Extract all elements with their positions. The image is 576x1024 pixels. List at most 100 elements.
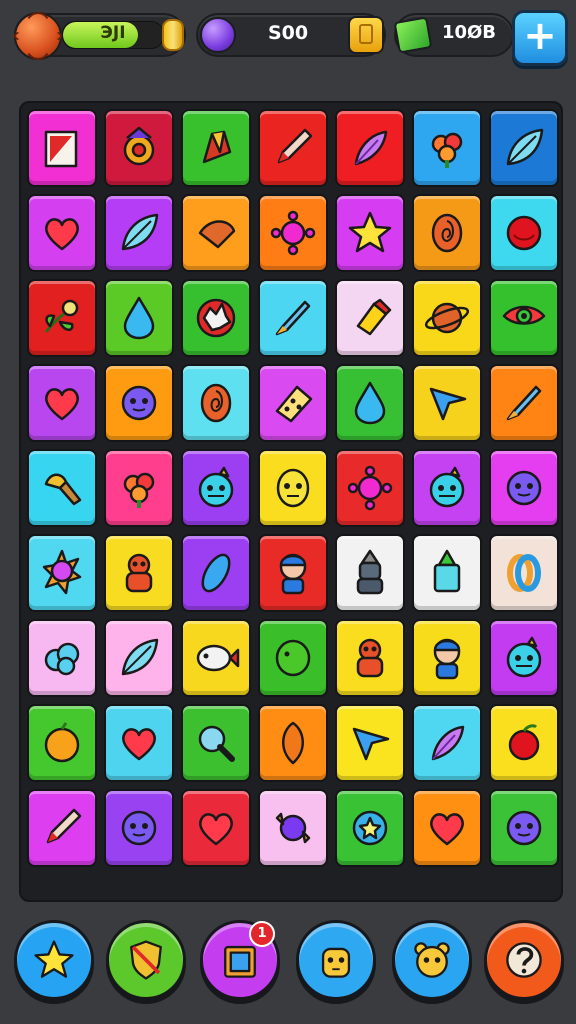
board-tile[interactable] (335, 364, 405, 442)
board-tile[interactable] (412, 789, 482, 867)
board-tile[interactable] (258, 619, 328, 697)
board-tile[interactable] (27, 534, 97, 612)
board-tile[interactable] (27, 704, 97, 782)
board-tile[interactable] (412, 449, 482, 527)
board-tile[interactable] (258, 109, 328, 187)
gem-icon (200, 17, 236, 53)
board-tile[interactable] (412, 619, 482, 697)
board-tile[interactable] (181, 789, 251, 867)
fruit-icon (44, 722, 80, 763)
board-tile[interactable] (258, 789, 328, 867)
apple-icon (508, 724, 540, 761)
help-button[interactable] (484, 920, 564, 1000)
board-tile[interactable] (335, 534, 405, 612)
board-tile[interactable] (181, 109, 251, 187)
board-tile[interactable] (104, 364, 174, 442)
board-tile[interactable] (412, 704, 482, 782)
drop-icon (354, 381, 386, 425)
board-tile[interactable] (27, 364, 97, 442)
board-tile[interactable] (27, 619, 97, 697)
board-tile[interactable] (335, 194, 405, 272)
board-tile[interactable] (258, 534, 328, 612)
board-tile[interactable] (412, 534, 482, 612)
pet-icon (321, 947, 351, 978)
coin-icon (162, 19, 184, 51)
heart-icon (430, 813, 464, 846)
feather-icon (354, 130, 388, 166)
board-tile[interactable] (27, 449, 97, 527)
board-tile[interactable] (258, 704, 328, 782)
heart-icon (45, 218, 79, 251)
arrow-icon (352, 727, 390, 761)
board-tile[interactable] (489, 364, 559, 442)
shield-icon (130, 940, 162, 980)
board-tile[interactable] (181, 449, 251, 527)
board-tile[interactable] (181, 619, 251, 697)
star-orb-icon (352, 810, 388, 846)
star-icon (34, 940, 74, 978)
board-tile[interactable] (335, 449, 405, 527)
bear-button[interactable] (392, 920, 472, 1000)
gems-display[interactable]: S00 (196, 13, 386, 57)
eye-icon (502, 305, 546, 325)
board-tile[interactable] (181, 194, 251, 272)
board-tile[interactable] (181, 704, 251, 782)
board-tile[interactable] (104, 619, 174, 697)
board-tile[interactable] (412, 364, 482, 442)
board-tile[interactable] (181, 364, 251, 442)
board-tile[interactable] (104, 789, 174, 867)
board-tile[interactable] (258, 449, 328, 527)
top-hud: ЭJI S00 10ØB + (0, 0, 576, 70)
pet-button[interactable] (296, 920, 376, 1000)
heart-icon (122, 728, 156, 761)
crystal-icon (202, 130, 232, 164)
board-tile[interactable] (27, 789, 97, 867)
inventory-button[interactable]: 1 (200, 920, 280, 1000)
board-tile[interactable] (104, 109, 174, 187)
fish-icon (196, 644, 240, 672)
orb-icon (506, 810, 542, 846)
character-icon (279, 553, 307, 595)
board-tile[interactable] (412, 194, 482, 272)
board-tile[interactable] (412, 279, 482, 357)
cash-display[interactable]: 10ØB (393, 13, 514, 57)
board-tile[interactable] (489, 789, 559, 867)
board-tile[interactable] (104, 534, 174, 612)
star-icon (348, 211, 392, 253)
board-tile[interactable] (335, 789, 405, 867)
board-tile[interactable] (489, 194, 559, 272)
level-display[interactable]: ЭJI (14, 12, 186, 60)
monster-icon (198, 466, 234, 508)
board-tile[interactable] (335, 109, 405, 187)
board-tile[interactable] (258, 194, 328, 272)
board-tile[interactable] (489, 704, 559, 782)
board-tile[interactable] (104, 194, 174, 272)
board-tile[interactable] (489, 279, 559, 357)
robot-icon (125, 553, 153, 593)
board-tile[interactable] (489, 449, 559, 527)
board-tile[interactable] (335, 619, 405, 697)
board-tile[interactable] (335, 704, 405, 782)
star-button[interactable] (14, 920, 94, 1000)
board-tile[interactable] (27, 279, 97, 357)
board-tile[interactable] (258, 364, 328, 442)
board-tile[interactable] (489, 109, 559, 187)
tile-grid (27, 109, 559, 867)
board-tile[interactable] (104, 704, 174, 782)
board-tile[interactable] (489, 619, 559, 697)
board-tile[interactable] (258, 279, 328, 357)
board-tile[interactable] (489, 534, 559, 612)
board-tile[interactable] (27, 194, 97, 272)
board-tile[interactable] (104, 449, 174, 527)
add-currency-button[interactable]: + (512, 10, 568, 66)
level-progress-bar: ЭJI (62, 21, 164, 49)
face-icon (276, 468, 310, 508)
board-tile[interactable] (27, 109, 97, 187)
shield-button[interactable] (106, 920, 186, 1000)
board-tile[interactable] (104, 279, 174, 357)
board-tile[interactable] (181, 534, 251, 612)
board-tile[interactable] (181, 279, 251, 357)
cone-icon (198, 220, 236, 249)
board-tile[interactable] (412, 109, 482, 187)
board-tile[interactable] (335, 279, 405, 357)
